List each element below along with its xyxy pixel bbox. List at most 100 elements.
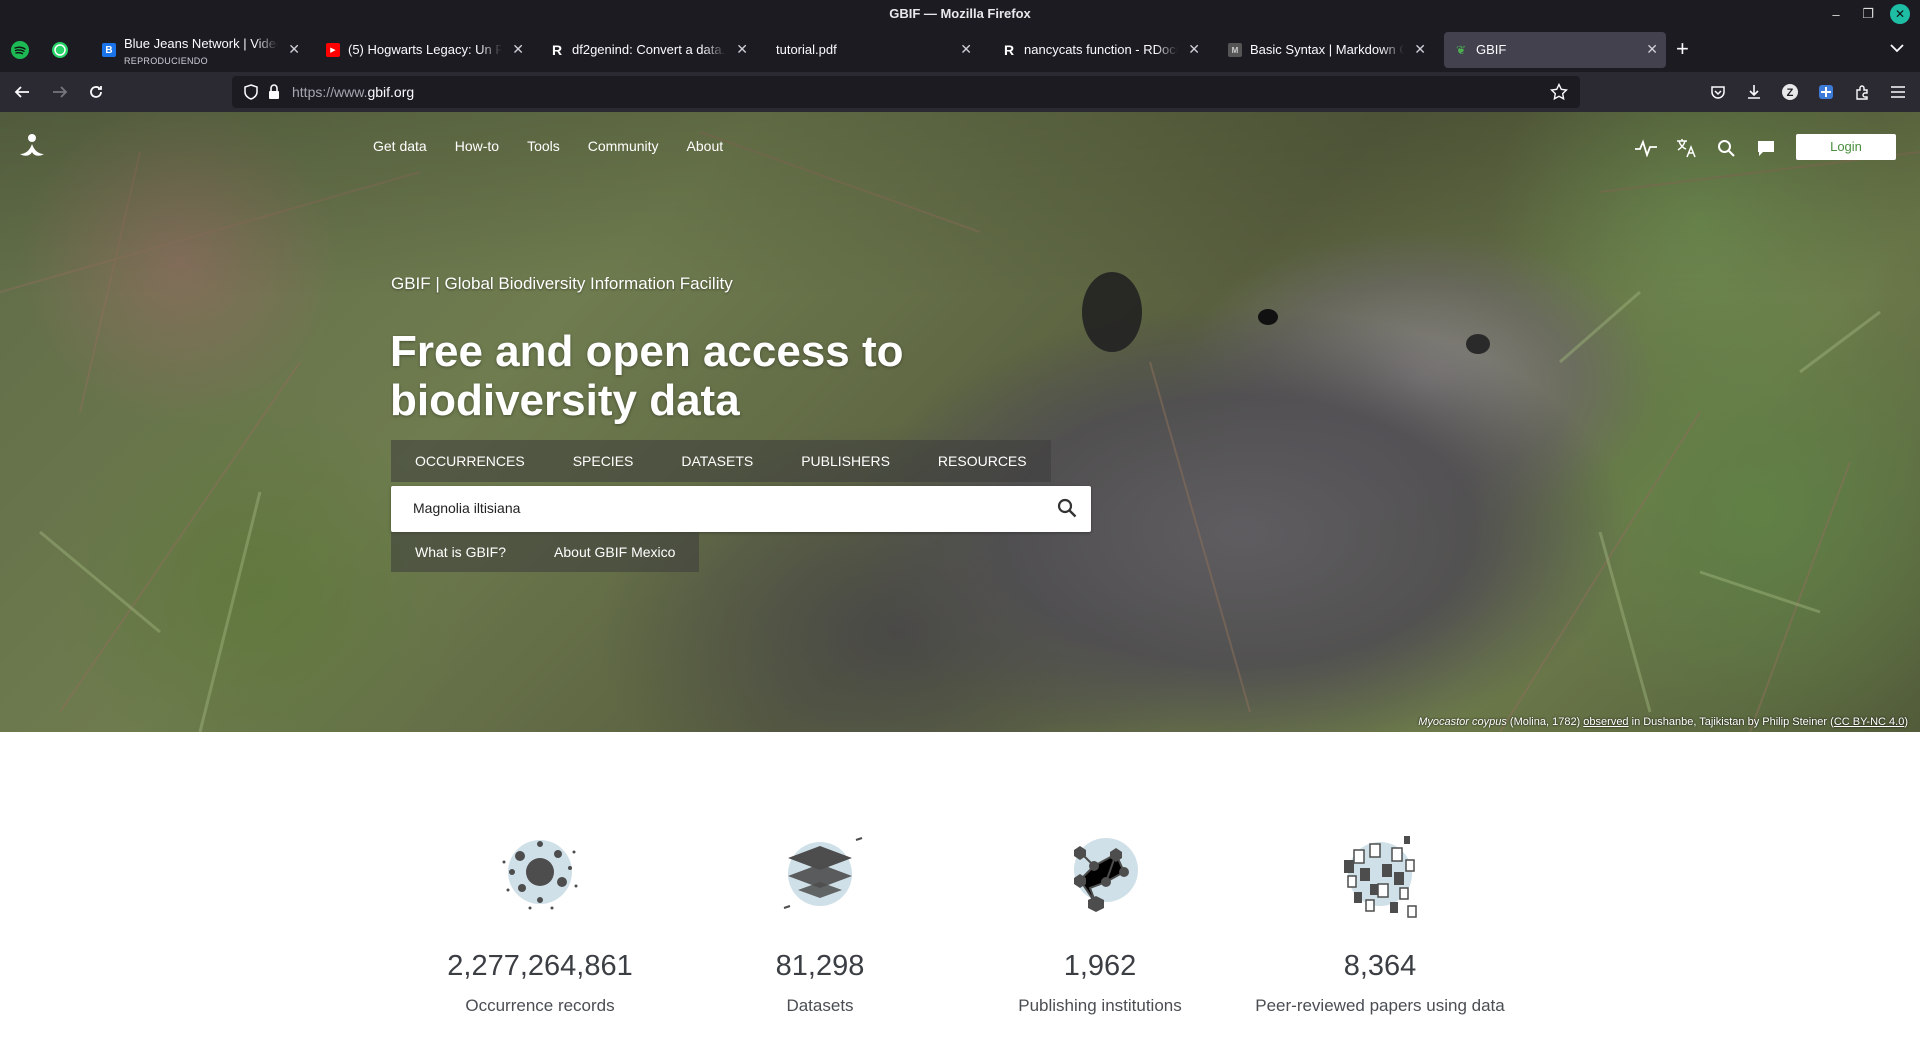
photo-credit: Myocastor coypus (Molina, 1782) observed… xyxy=(1418,716,1908,728)
extensions-icon[interactable] xyxy=(1850,80,1874,104)
minimize-icon[interactable]: – xyxy=(1826,4,1846,24)
tab-playing-label: REPRODUCIENDO xyxy=(124,56,208,66)
tab-label: nancycats function - RDocu xyxy=(1024,42,1178,57)
stat-value: 8,364 xyxy=(1343,950,1417,982)
search-submit-icon[interactable] xyxy=(1057,498,1077,523)
downloads-icon[interactable] xyxy=(1742,80,1766,104)
tab-occurrences[interactable]: OCCURRENCES xyxy=(391,440,549,482)
spotify-icon xyxy=(11,41,29,59)
tab-label: Basic Syntax | Markdown Gu xyxy=(1250,42,1404,57)
activity-icon[interactable] xyxy=(1634,136,1658,160)
tab-tutorial-pdf[interactable]: tutorial.pdf ✕ xyxy=(764,32,980,68)
close-tab-icon[interactable]: ✕ xyxy=(512,41,524,58)
url-prefix: https://www. xyxy=(292,84,368,100)
pinned-tab-spotify[interactable] xyxy=(6,36,34,64)
tab-species[interactable]: SPECIES xyxy=(549,440,658,482)
tab-nancycats[interactable]: R nancycats function - RDocu ✕ xyxy=(992,32,1208,68)
window-titlebar: GBIF — Mozilla Firefox – ❐ ✕ xyxy=(0,0,1920,28)
gbif-logo-icon[interactable] xyxy=(16,132,46,165)
feedback-icon[interactable] xyxy=(1754,136,1778,160)
bookmark-star-icon[interactable] xyxy=(1549,82,1569,106)
menu-tools[interactable]: Tools xyxy=(527,138,560,154)
url-bar[interactable]: https://www.gbif.org xyxy=(232,76,1580,108)
datasets-icon xyxy=(783,837,863,909)
search-type-tabs: OCCURRENCES SPECIES DATASETS PUBLISHERS … xyxy=(391,440,1051,482)
whatsapp-icon xyxy=(52,42,68,58)
tab-label: (5) Hogwarts Legacy: Un Re xyxy=(348,42,502,57)
hamburger-menu-icon[interactable] xyxy=(1886,80,1910,104)
reload-icon[interactable] xyxy=(84,80,108,104)
forward-icon[interactable] xyxy=(48,80,72,104)
credit-observed-link[interactable]: observed xyxy=(1583,716,1628,728)
tab-publishers[interactable]: PUBLISHERS xyxy=(777,440,914,482)
credit-license-link[interactable]: CC BY-NC 4.0 xyxy=(1834,716,1905,728)
tab-resources[interactable]: RESOURCES xyxy=(914,440,1051,482)
site-main-menu: Get data How-to Tools Community About xyxy=(373,138,751,154)
credit-species[interactable]: Myocastor coypus xyxy=(1418,716,1507,728)
site-header: Get data How-to Tools Community About Lo… xyxy=(0,112,1920,172)
zotero-extension-icon[interactable]: Z xyxy=(1778,80,1802,104)
tab-label: Blue Jeans Network | Video xyxy=(124,36,278,51)
stat-value: 1,962 xyxy=(1063,950,1137,982)
stat-label: Peer-reviewed papers using data xyxy=(1255,996,1505,1015)
stat-label: Datasets xyxy=(786,996,854,1015)
restore-icon[interactable]: ❐ xyxy=(1858,4,1878,24)
hero-banner: Get data How-to Tools Community About Lo… xyxy=(0,112,1920,732)
tab-label: tutorial.pdf xyxy=(776,42,837,57)
menu-about[interactable]: About xyxy=(687,138,724,154)
tab-markdown-guide[interactable]: M Basic Syntax | Markdown Gu ✕ xyxy=(1218,32,1434,68)
papers-icon xyxy=(1344,836,1417,918)
link-what-is-gbif[interactable]: What is GBIF? xyxy=(391,532,530,572)
bluejeans-favicon-icon: B xyxy=(102,43,116,57)
puzzle-extension-icon[interactable] xyxy=(1814,80,1838,104)
lock-icon[interactable] xyxy=(268,84,280,105)
url-text[interactable]: https://www.gbif.org xyxy=(292,84,414,100)
credit-author: (Molina, 1782) xyxy=(1509,716,1581,728)
hero-title: Free and open access to biodiversity dat… xyxy=(390,327,904,425)
login-button[interactable]: Login xyxy=(1796,134,1896,160)
tab-strip: B Blue Jeans Network | Video REPRODUCIEN… xyxy=(0,28,1920,72)
stat-value: 2,277,264,861 xyxy=(447,950,633,982)
search-box xyxy=(391,486,1091,532)
tab-label: GBIF xyxy=(1476,42,1507,57)
site-search-icon[interactable] xyxy=(1714,136,1738,160)
url-domain: gbif.org xyxy=(367,84,415,100)
close-tab-icon[interactable]: ✕ xyxy=(736,41,748,58)
pinned-tab-whatsapp[interactable] xyxy=(46,36,74,64)
list-all-tabs-icon[interactable] xyxy=(1890,40,1904,56)
gbif-favicon-icon: ❦ xyxy=(1455,43,1467,57)
navigation-toolbar: https://www.gbif.org Z xyxy=(0,72,1920,112)
menu-get-data[interactable]: Get data xyxy=(373,138,427,154)
stats-section: 2,277,264,861 Occurrence records 81,298 … xyxy=(0,732,1920,1040)
stat-label: Occurrence records xyxy=(465,996,615,1015)
tracking-protection-icon[interactable] xyxy=(244,84,258,105)
publishers-icon xyxy=(1074,838,1138,912)
close-window-icon[interactable]: ✕ xyxy=(1890,4,1910,24)
close-tab-icon[interactable]: ✕ xyxy=(1646,41,1658,58)
close-tab-icon[interactable]: ✕ xyxy=(1188,41,1200,58)
tab-df2genind[interactable]: R df2genind: Convert a data.f ✕ xyxy=(540,32,756,68)
svg-text:Z: Z xyxy=(1787,87,1794,99)
tab-datasets[interactable]: DATASETS xyxy=(657,440,777,482)
link-about-gbif-mexico[interactable]: About GBIF Mexico xyxy=(530,532,699,572)
menu-how-to[interactable]: How-to xyxy=(455,138,499,154)
tab-bluejeans[interactable]: B Blue Jeans Network | Video REPRODUCIEN… xyxy=(92,32,308,68)
tab-youtube[interactable]: ▶ (5) Hogwarts Legacy: Un Re ✕ xyxy=(316,32,532,68)
pocket-icon[interactable] xyxy=(1706,80,1730,104)
new-tab-icon[interactable]: + xyxy=(1676,38,1689,60)
tab-gbif[interactable]: ❦ GBIF ✕ xyxy=(1444,32,1666,68)
close-tab-icon[interactable]: ✕ xyxy=(960,41,972,58)
search-input[interactable] xyxy=(413,500,1013,516)
quick-links: What is GBIF? About GBIF Mexico xyxy=(391,532,700,572)
rdocumentation-favicon-icon: R xyxy=(551,42,563,58)
translate-icon[interactable] xyxy=(1674,136,1698,160)
tab-label: df2genind: Convert a data.f xyxy=(572,42,726,57)
close-tab-icon[interactable]: ✕ xyxy=(288,41,300,58)
window-title: GBIF — Mozilla Firefox xyxy=(889,6,1031,21)
menu-community[interactable]: Community xyxy=(588,138,659,154)
occurrences-icon xyxy=(502,840,578,910)
back-icon[interactable] xyxy=(10,80,34,104)
credit-close: ) xyxy=(1904,716,1908,728)
youtube-favicon-icon: ▶ xyxy=(326,43,340,57)
close-tab-icon[interactable]: ✕ xyxy=(1414,41,1426,58)
